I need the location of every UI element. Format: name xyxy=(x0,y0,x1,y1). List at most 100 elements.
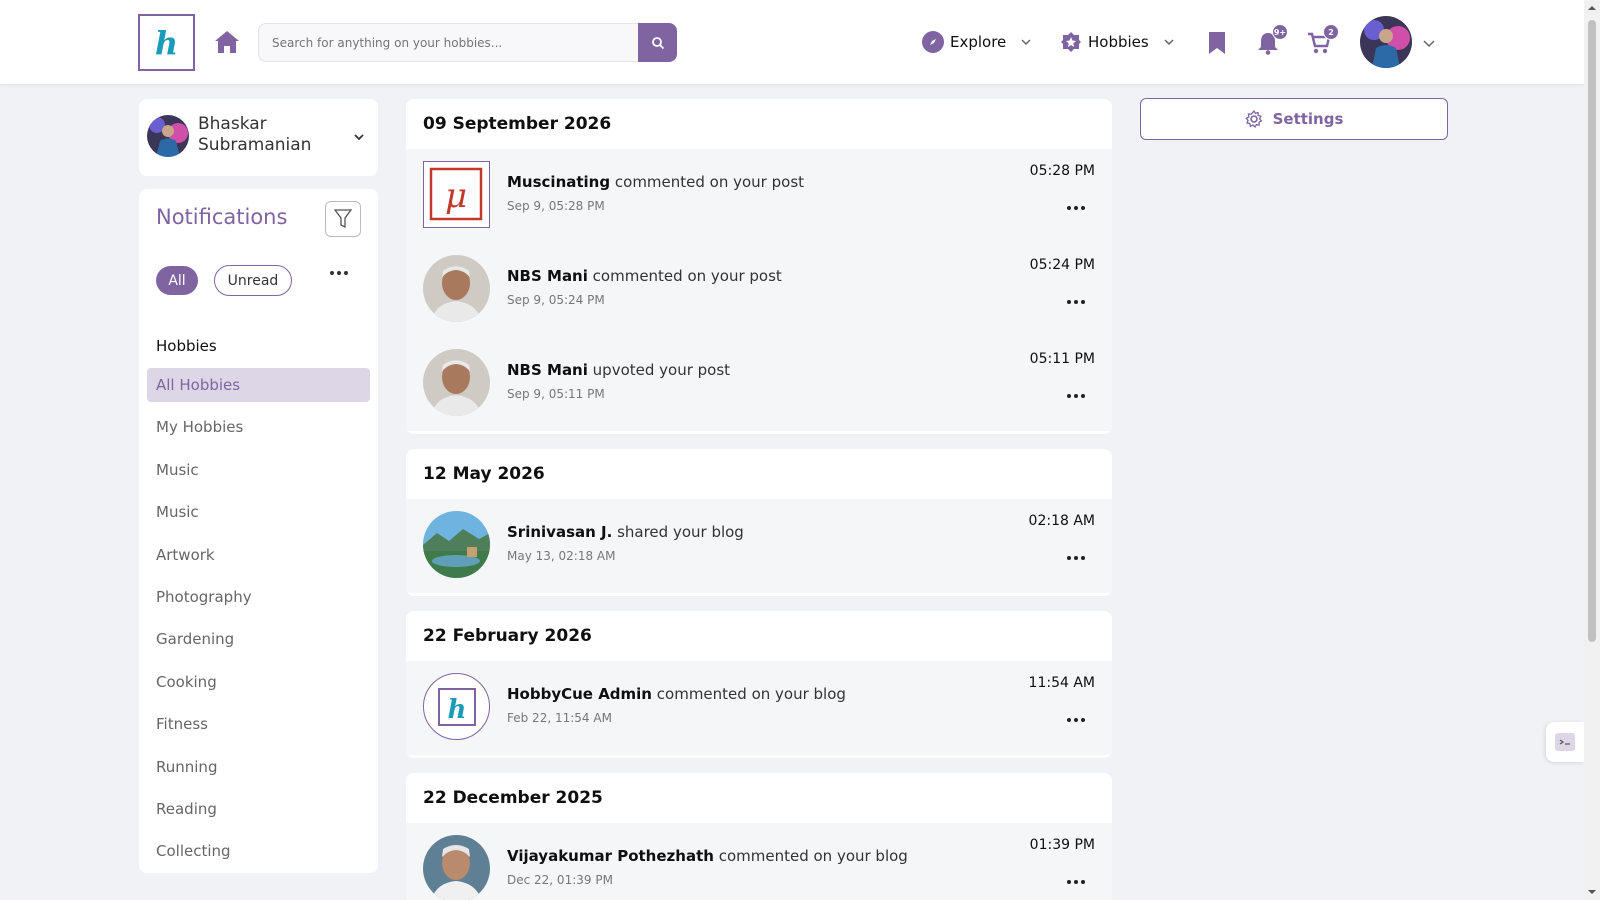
notification-subtime: Dec 22, 01:39 PM xyxy=(507,873,613,887)
notification-group: 12 May 2026 Srinivasan J. shared your bl… xyxy=(406,449,1112,596)
notification-action: commented on your blog xyxy=(656,685,846,703)
notification-time: 05:28 PM xyxy=(1029,163,1095,179)
chat-widget-icon xyxy=(1555,733,1575,751)
notification-feed: 09 September 2026 μ Muscinating commente… xyxy=(406,99,1112,900)
notification-item[interactable]: Srinivasan J. shared your blog May 13, 0… xyxy=(406,499,1112,593)
hobby-filter-item[interactable]: Photography xyxy=(147,580,370,614)
notification-actor[interactable]: Vijayakumar Pothezhath xyxy=(507,847,714,865)
notification-item[interactable]: NBS Mani commented on your post Sep 9, 0… xyxy=(406,243,1112,337)
notification-time: 05:11 PM xyxy=(1029,351,1095,367)
hobby-filter-item[interactable]: Reading xyxy=(147,792,370,826)
hobby-filter-item[interactable]: Cooking xyxy=(147,665,370,699)
notification-item[interactable]: μ Muscinating commented on your post Sep… xyxy=(406,149,1112,243)
notification-action: commented on your blog xyxy=(718,847,908,865)
cart-button[interactable]: 2 xyxy=(1305,24,1339,58)
bookmark-icon xyxy=(1209,32,1225,54)
compass-icon xyxy=(922,31,944,53)
notification-subtime: May 13, 02:18 AM xyxy=(507,549,616,563)
profile-avatar xyxy=(147,115,189,157)
notification-subtime: Sep 9, 05:24 PM xyxy=(507,293,605,307)
chat-widget-button[interactable] xyxy=(1546,722,1584,762)
filter-chip-all[interactable]: All xyxy=(156,266,198,295)
more-options-icon[interactable] xyxy=(1066,298,1086,306)
hobby-filter-item[interactable]: My Hobbies xyxy=(147,410,370,444)
person-avatar xyxy=(423,349,490,416)
person-avatar xyxy=(423,255,490,322)
hobby-filter-item[interactable]: All Hobbies xyxy=(147,368,370,402)
gear-icon xyxy=(1244,110,1263,128)
hobbycue-admin-logo-icon: h xyxy=(423,673,490,740)
nav-explore[interactable]: Explore xyxy=(922,28,1032,56)
search-icon xyxy=(651,36,664,49)
notification-actor[interactable]: NBS Mani xyxy=(507,361,588,379)
notification-item[interactable]: h HobbyCue Admin commented on your blog … xyxy=(406,661,1112,755)
notification-time: 01:39 PM xyxy=(1029,837,1095,853)
user-avatar[interactable] xyxy=(1360,16,1412,68)
notification-actor[interactable]: Srinivasan J. xyxy=(507,523,612,541)
chevron-down-icon xyxy=(1021,39,1031,46)
notification-time: 05:24 PM xyxy=(1029,257,1095,273)
group-date: 09 September 2026 xyxy=(423,114,612,134)
bookmark-button[interactable] xyxy=(1203,28,1231,58)
filter-icon xyxy=(334,209,352,229)
search-button[interactable] xyxy=(638,23,677,62)
top-bar: h Explore Hobbies 9+ 2 xyxy=(0,0,1584,84)
hobby-filter-item[interactable]: Artwork xyxy=(147,538,370,572)
hobby-filter-item[interactable]: Gardening xyxy=(147,622,370,656)
muscinating-logo-icon: μ xyxy=(423,161,490,228)
notification-actor[interactable]: HobbyCue Admin xyxy=(507,685,652,703)
cart-badge: 2 xyxy=(1323,24,1339,40)
hobbies-heading: Hobbies xyxy=(156,337,217,355)
hobby-filter-item[interactable]: Collecting xyxy=(147,834,370,868)
more-options-icon[interactable] xyxy=(1066,554,1086,562)
notifications-title: Notifications xyxy=(156,205,288,229)
hobby-filter-item[interactable]: Fitness xyxy=(147,707,370,741)
landscape-avatar xyxy=(423,511,490,578)
home-icon[interactable] xyxy=(214,30,240,54)
settings-button[interactable]: Settings xyxy=(1140,98,1448,140)
notification-subtime: Sep 9, 05:11 PM xyxy=(507,387,605,401)
notification-time: 11:54 AM xyxy=(1028,675,1095,691)
notification-actor[interactable]: NBS Mani xyxy=(507,267,588,285)
search-input[interactable] xyxy=(259,24,640,61)
filter-button[interactable] xyxy=(325,201,361,237)
page-scrollbar[interactable] xyxy=(1584,0,1600,900)
notification-subtime: Sep 9, 05:28 PM xyxy=(507,199,605,213)
more-options-icon[interactable] xyxy=(1066,392,1086,400)
hobby-filter-item[interactable]: Music xyxy=(147,453,370,487)
logo-letter: h xyxy=(154,23,179,62)
hobbies-badge-icon xyxy=(1061,32,1081,52)
chevron-down-icon[interactable] xyxy=(1422,36,1436,50)
notification-group: 09 September 2026 μ Muscinating commente… xyxy=(406,99,1112,434)
more-options-icon[interactable] xyxy=(1066,204,1086,212)
notification-actor[interactable]: Muscinating xyxy=(507,173,610,191)
notification-time: 02:18 AM xyxy=(1028,513,1095,529)
scrollbar-thumb[interactable] xyxy=(1588,20,1596,642)
nav-hobbies[interactable]: Hobbies xyxy=(1060,28,1175,56)
filter-chip-unread[interactable]: Unread xyxy=(214,265,292,296)
group-date: 22 February 2026 xyxy=(423,626,592,646)
notification-item[interactable]: Vijayakumar Pothezhath commented on your… xyxy=(406,823,1112,900)
nav-explore-label: Explore xyxy=(950,33,1007,51)
notification-action: commented on your post xyxy=(592,267,782,285)
chevron-down-icon xyxy=(1164,39,1174,46)
more-options-icon[interactable] xyxy=(328,267,350,279)
profile-card[interactable]: Bhaskar Subramanian xyxy=(139,99,378,176)
search-box xyxy=(258,23,640,62)
notification-subtime: Feb 22, 11:54 AM xyxy=(507,711,612,725)
group-date: 12 May 2026 xyxy=(423,464,545,484)
chevron-down-icon[interactable] xyxy=(353,131,365,143)
hobby-filter-item[interactable]: Music xyxy=(147,495,370,529)
notification-action: upvoted your post xyxy=(592,361,731,379)
hobbycue-logo[interactable]: h xyxy=(138,14,195,71)
person-avatar xyxy=(423,835,490,900)
notifications-button[interactable]: 9+ xyxy=(1254,24,1288,58)
hobby-filter-item[interactable]: Running xyxy=(147,750,370,784)
notifications-sidebar: Notifications All Unread Hobbies All Hob… xyxy=(139,189,378,873)
scroll-up-icon xyxy=(1588,6,1596,10)
more-options-icon[interactable] xyxy=(1066,878,1086,886)
more-options-icon[interactable] xyxy=(1066,716,1086,724)
notification-item[interactable]: NBS Mani upvoted your post Sep 9, 05:11 … xyxy=(406,337,1112,431)
notification-badge: 9+ xyxy=(1272,24,1288,40)
nav-hobbies-label: Hobbies xyxy=(1088,33,1149,51)
